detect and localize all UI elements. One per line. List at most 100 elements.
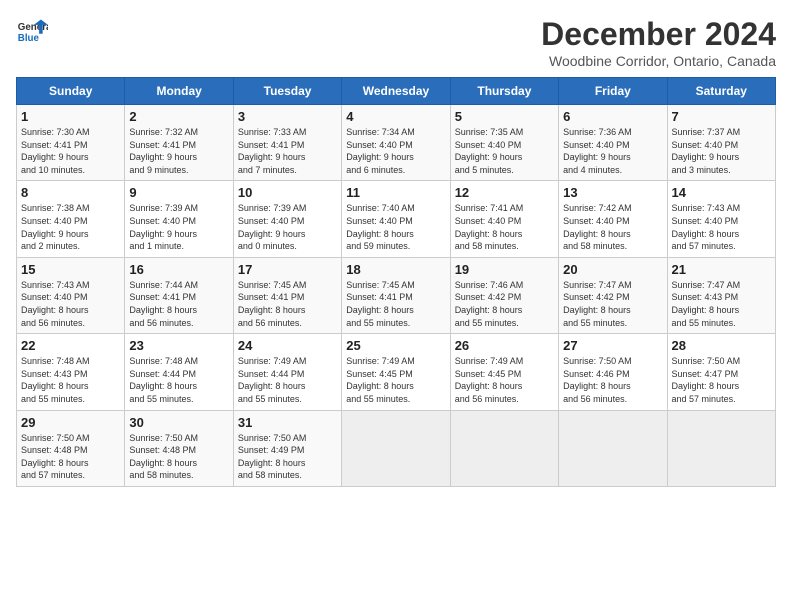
calendar-cell: 30 Sunrise: 7:50 AM Sunset: 4:48 PM Dayli… xyxy=(125,410,233,486)
calendar-cell: 22Sunrise: 7:48 AM Sunset: 4:43 PM Dayli… xyxy=(17,334,125,410)
day-info: Sunrise: 7:46 AM Sunset: 4:42 PM Dayligh… xyxy=(455,279,554,329)
logo: General Blue xyxy=(16,16,48,48)
day-info: Sunrise: 7:50 AM Sunset: 4:48 PM Dayligh… xyxy=(129,432,228,482)
calendar-cell: 21Sunrise: 7:47 AM Sunset: 4:43 PM Dayli… xyxy=(667,257,775,333)
day-info: Sunrise: 7:36 AM Sunset: 4:40 PM Dayligh… xyxy=(563,126,662,176)
day-info: Sunrise: 7:43 AM Sunset: 4:40 PM Dayligh… xyxy=(672,202,771,252)
day-number: 31 xyxy=(238,415,337,430)
calendar-cell: 24 Sunrise: 7:49 AM Sunset: 4:44 PM Dayli… xyxy=(233,334,341,410)
day-number: 11 xyxy=(346,185,445,200)
day-info: Sunrise: 7:48 AM Sunset: 4:44 PM Dayligh… xyxy=(129,355,228,405)
calendar-cell: 8 Sunrise: 7:38 AM Sunset: 4:40 PM Daylig… xyxy=(17,181,125,257)
calendar-cell: 4Sunrise: 7:34 AM Sunset: 4:40 PM Daylig… xyxy=(342,105,450,181)
header-row: Sunday Monday Tuesday Wednesday Thursday… xyxy=(17,78,776,105)
header-thursday: Thursday xyxy=(450,78,558,105)
calendar-cell: 27 Sunrise: 7:50 AM Sunset: 4:46 PM Dayli… xyxy=(559,334,667,410)
calendar-cell: 7 Sunrise: 7:37 AM Sunset: 4:40 PM Daylig… xyxy=(667,105,775,181)
day-number: 17 xyxy=(238,262,337,277)
calendar-cell xyxy=(450,410,558,486)
day-number: 28 xyxy=(672,338,771,353)
day-info: Sunrise: 7:40 AM Sunset: 4:40 PM Dayligh… xyxy=(346,202,445,252)
day-number: 26 xyxy=(455,338,554,353)
calendar-cell: 15Sunrise: 7:43 AM Sunset: 4:40 PM Dayli… xyxy=(17,257,125,333)
day-info: Sunrise: 7:48 AM Sunset: 4:43 PM Dayligh… xyxy=(21,355,120,405)
day-info: Sunrise: 7:35 AM Sunset: 4:40 PM Dayligh… xyxy=(455,126,554,176)
calendar-cell: 18 Sunrise: 7:45 AM Sunset: 4:41 PM Dayli… xyxy=(342,257,450,333)
calendar-week-5: 29 Sunrise: 7:50 AM Sunset: 4:48 PM Dayli… xyxy=(17,410,776,486)
day-number: 21 xyxy=(672,262,771,277)
day-number: 14 xyxy=(672,185,771,200)
day-number: 27 xyxy=(563,338,662,353)
day-info: Sunrise: 7:32 AM Sunset: 4:41 PM Dayligh… xyxy=(129,126,228,176)
header-friday: Friday xyxy=(559,78,667,105)
day-info: Sunrise: 7:50 AM Sunset: 4:46 PM Dayligh… xyxy=(563,355,662,405)
calendar-cell: 31 Sunrise: 7:50 AM Sunset: 4:49 PM Dayli… xyxy=(233,410,341,486)
calendar-cell xyxy=(667,410,775,486)
day-number: 13 xyxy=(563,185,662,200)
calendar-cell: 20Sunrise: 7:47 AM Sunset: 4:42 PM Dayli… xyxy=(559,257,667,333)
day-number: 16 xyxy=(129,262,228,277)
calendar-cell: 13 Sunrise: 7:42 AM Sunset: 4:40 PM Dayli… xyxy=(559,181,667,257)
header-tuesday: Tuesday xyxy=(233,78,341,105)
calendar-week-4: 22Sunrise: 7:48 AM Sunset: 4:43 PM Dayli… xyxy=(17,334,776,410)
day-info: Sunrise: 7:45 AM Sunset: 4:41 PM Dayligh… xyxy=(346,279,445,329)
day-number: 23 xyxy=(129,338,228,353)
day-info: Sunrise: 7:49 AM Sunset: 4:45 PM Dayligh… xyxy=(455,355,554,405)
calendar-week-2: 8 Sunrise: 7:38 AM Sunset: 4:40 PM Daylig… xyxy=(17,181,776,257)
calendar-week-1: 1 Sunrise: 7:30 AM Sunset: 4:41 PM Daylig… xyxy=(17,105,776,181)
calendar-cell: 2 Sunrise: 7:32 AM Sunset: 4:41 PM Daylig… xyxy=(125,105,233,181)
logo-icon: General Blue xyxy=(16,16,48,48)
day-info: Sunrise: 7:44 AM Sunset: 4:41 PM Dayligh… xyxy=(129,279,228,329)
day-number: 24 xyxy=(238,338,337,353)
day-info: Sunrise: 7:37 AM Sunset: 4:40 PM Dayligh… xyxy=(672,126,771,176)
day-number: 29 xyxy=(21,415,120,430)
calendar-cell: 11 Sunrise: 7:40 AM Sunset: 4:40 PM Dayli… xyxy=(342,181,450,257)
header-saturday: Saturday xyxy=(667,78,775,105)
day-number: 30 xyxy=(129,415,228,430)
day-number: 7 xyxy=(672,109,771,124)
calendar-cell: 23 Sunrise: 7:48 AM Sunset: 4:44 PM Dayli… xyxy=(125,334,233,410)
day-info: Sunrise: 7:49 AM Sunset: 4:44 PM Dayligh… xyxy=(238,355,337,405)
day-number: 9 xyxy=(129,185,228,200)
day-number: 2 xyxy=(129,109,228,124)
day-info: Sunrise: 7:50 AM Sunset: 4:49 PM Dayligh… xyxy=(238,432,337,482)
svg-text:Blue: Blue xyxy=(18,33,40,44)
day-number: 8 xyxy=(21,185,120,200)
day-number: 25 xyxy=(346,338,445,353)
calendar-cell: 19 Sunrise: 7:46 AM Sunset: 4:42 PM Dayli… xyxy=(450,257,558,333)
day-number: 5 xyxy=(455,109,554,124)
day-number: 19 xyxy=(455,262,554,277)
calendar-cell: 14 Sunrise: 7:43 AM Sunset: 4:40 PM Dayli… xyxy=(667,181,775,257)
header-sunday: Sunday xyxy=(17,78,125,105)
location-title: Woodbine Corridor, Ontario, Canada xyxy=(541,53,776,69)
header: General Blue December 2024 Woodbine Corr… xyxy=(16,16,776,69)
day-number: 15 xyxy=(21,262,120,277)
month-title: December 2024 xyxy=(541,16,776,53)
day-number: 1 xyxy=(21,109,120,124)
day-info: Sunrise: 7:38 AM Sunset: 4:40 PM Dayligh… xyxy=(21,202,120,252)
day-info: Sunrise: 7:49 AM Sunset: 4:45 PM Dayligh… xyxy=(346,355,445,405)
day-info: Sunrise: 7:47 AM Sunset: 4:42 PM Dayligh… xyxy=(563,279,662,329)
day-info: Sunrise: 7:39 AM Sunset: 4:40 PM Dayligh… xyxy=(129,202,228,252)
day-info: Sunrise: 7:41 AM Sunset: 4:40 PM Dayligh… xyxy=(455,202,554,252)
day-info: Sunrise: 7:45 AM Sunset: 4:41 PM Dayligh… xyxy=(238,279,337,329)
day-number: 3 xyxy=(238,109,337,124)
calendar-cell: 26 Sunrise: 7:49 AM Sunset: 4:45 PM Dayli… xyxy=(450,334,558,410)
calendar-cell: 16 Sunrise: 7:44 AM Sunset: 4:41 PM Dayli… xyxy=(125,257,233,333)
day-info: Sunrise: 7:50 AM Sunset: 4:48 PM Dayligh… xyxy=(21,432,120,482)
calendar-cell: 5 Sunrise: 7:35 AM Sunset: 4:40 PM Daylig… xyxy=(450,105,558,181)
calendar-body: 1 Sunrise: 7:30 AM Sunset: 4:41 PM Daylig… xyxy=(17,105,776,487)
title-section: December 2024 Woodbine Corridor, Ontario… xyxy=(541,16,776,69)
calendar-cell: 9 Sunrise: 7:39 AM Sunset: 4:40 PM Daylig… xyxy=(125,181,233,257)
day-info: Sunrise: 7:30 AM Sunset: 4:41 PM Dayligh… xyxy=(21,126,120,176)
calendar-header: Sunday Monday Tuesday Wednesday Thursday… xyxy=(17,78,776,105)
day-info: Sunrise: 7:42 AM Sunset: 4:40 PM Dayligh… xyxy=(563,202,662,252)
calendar-cell xyxy=(342,410,450,486)
header-wednesday: Wednesday xyxy=(342,78,450,105)
calendar-cell: 10Sunrise: 7:39 AM Sunset: 4:40 PM Dayli… xyxy=(233,181,341,257)
day-number: 18 xyxy=(346,262,445,277)
calendar-table: Sunday Monday Tuesday Wednesday Thursday… xyxy=(16,77,776,487)
calendar-cell xyxy=(559,410,667,486)
calendar-cell: 12Sunrise: 7:41 AM Sunset: 4:40 PM Dayli… xyxy=(450,181,558,257)
day-info: Sunrise: 7:34 AM Sunset: 4:40 PM Dayligh… xyxy=(346,126,445,176)
